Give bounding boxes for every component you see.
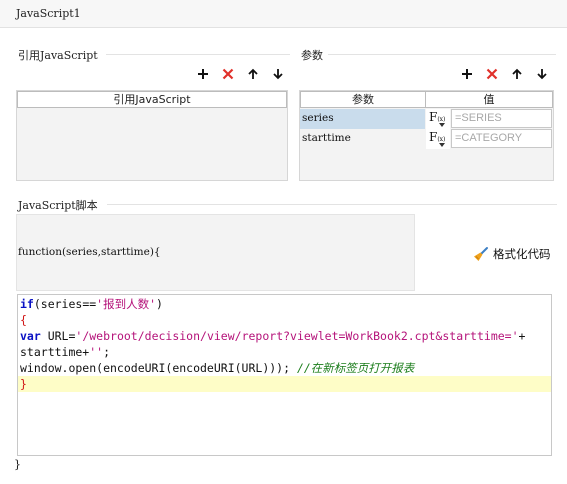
arrow-up-icon — [512, 68, 522, 79]
move-reference-down-button[interactable] — [269, 65, 287, 83]
function-signature: function(series,starttime){ — [18, 246, 161, 258]
references-table[interactable]: 引用JavaScript — [16, 90, 288, 181]
code-line: { — [20, 313, 27, 327]
code-line: if(series=='报到人数') — [20, 297, 163, 311]
param-name-cell[interactable]: series — [300, 109, 425, 129]
code-editor[interactable]: if(series=='报到人数') { var URL='/webroot/d… — [17, 294, 552, 456]
code-line: starttime+''; — [20, 345, 111, 359]
arrow-down-icon — [537, 69, 547, 80]
references-column-header[interactable]: 引用JavaScript — [17, 91, 287, 108]
delete-param-button[interactable] — [483, 65, 501, 83]
dropdown-caret-icon — [439, 143, 445, 147]
params-table[interactable]: 参数 值 series F(x) =SERIES starttime F(x) … — [299, 90, 554, 181]
script-group-label: JavaScript脚本 — [18, 199, 98, 212]
arrow-up-icon — [248, 68, 258, 79]
dropdown-caret-icon — [439, 123, 445, 127]
formula-icon: F(x) — [429, 110, 446, 124]
params-value-header[interactable]: 值 — [425, 91, 553, 108]
code-line: window.open(encodeURI(encodeURI(URL))); … — [20, 361, 415, 375]
arrow-down-icon — [273, 69, 283, 80]
params-group-label: 参数 — [301, 49, 323, 62]
delete-icon — [486, 68, 498, 80]
references-group-divider — [106, 54, 290, 55]
window-title: JavaScript1 — [16, 7, 81, 20]
param-name-cell[interactable]: starttime — [300, 129, 425, 149]
broom-icon — [474, 247, 488, 261]
format-code-label: 格式化代码 — [493, 247, 551, 261]
title-bar: JavaScript1 — [0, 0, 567, 28]
current-code-line: } — [18, 376, 551, 392]
add-param-button[interactable] — [458, 65, 476, 83]
move-param-up-button[interactable] — [508, 65, 526, 83]
param-value-field[interactable]: =CATEGORY — [451, 129, 552, 148]
references-group-label: 引用JavaScript — [18, 49, 98, 62]
function-closing-brace: } — [14, 458, 21, 471]
params-name-header[interactable]: 参数 — [300, 91, 426, 108]
formula-icon: F(x) — [429, 130, 446, 144]
plus-icon — [462, 69, 472, 79]
move-param-down-button[interactable] — [533, 65, 551, 83]
add-reference-button[interactable] — [194, 65, 212, 83]
script-group-divider — [107, 204, 557, 205]
delete-icon — [222, 68, 234, 80]
param-value-field[interactable]: =SERIES — [451, 109, 552, 128]
formula-button[interactable]: F(x) — [426, 109, 450, 129]
move-reference-up-button[interactable] — [244, 65, 262, 83]
params-group-divider — [328, 54, 556, 55]
plus-icon — [198, 69, 208, 79]
delete-reference-button[interactable] — [219, 65, 237, 83]
formula-button[interactable]: F(x) — [426, 129, 450, 149]
code-line: var URL='/webroot/decision/view/report?v… — [20, 329, 526, 343]
format-code-button[interactable]: 格式化代码 — [473, 246, 551, 262]
